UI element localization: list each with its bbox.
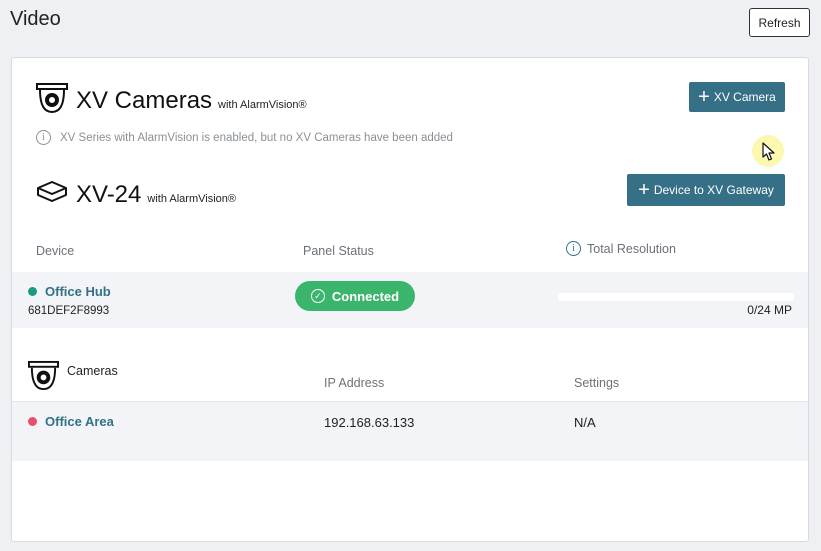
- camera-settings[interactable]: N/A: [574, 415, 596, 430]
- refresh-button[interactable]: Refresh: [749, 8, 810, 37]
- add-xv-camera-button[interactable]: + XV Camera: [689, 82, 785, 112]
- xv-cameras-info-text: XV Series with AlarmVision is enabled, b…: [60, 131, 453, 144]
- xv-cameras-title: XV Cameras: [76, 87, 213, 114]
- add-xv-camera-label: XV Camera: [713, 90, 776, 104]
- panel-status-text: Connected: [331, 288, 400, 304]
- device-name[interactable]: Office Hub: [28, 284, 111, 299]
- dome-camera-icon: [36, 82, 68, 114]
- mouse-cursor-icon: [762, 142, 775, 161]
- dome-camera-icon: [28, 360, 59, 391]
- column-panel-status: Panel Status: [303, 244, 374, 258]
- info-icon[interactable]: i: [566, 241, 581, 256]
- resolution-text: 0/24 MP: [747, 303, 792, 317]
- add-device-to-gateway-button[interactable]: + Device to XV Gateway: [627, 174, 785, 206]
- column-device: Device: [36, 244, 75, 258]
- xv24-subtitle: with AlarmVision®: [147, 193, 236, 205]
- xv-cameras-info: i XV Series with AlarmVision is enabled,…: [36, 130, 453, 145]
- check-circle-icon: ✓: [310, 289, 325, 303]
- video-card: XV Cameras with AlarmVision® + XV Camera…: [11, 57, 809, 542]
- device-serial: 681DEF2F8993: [28, 305, 110, 317]
- column-total-resolution-label: Total Resolution: [587, 241, 676, 256]
- plus-icon: +: [698, 86, 710, 108]
- device-name-text: Office Hub: [45, 284, 111, 299]
- column-settings: Settings: [574, 376, 620, 390]
- camera-ip-address: 192.168.63.133: [324, 415, 415, 430]
- column-ip-address: IP Address: [324, 376, 385, 390]
- page-title: Video: [10, 8, 61, 30]
- connected-status-badge: ✓ Connected: [295, 281, 415, 311]
- cameras-header: Cameras: [28, 360, 118, 391]
- xv-cameras-header: XV Cameras with AlarmVision®: [36, 82, 307, 114]
- xv24-header: XV-24 with AlarmVision®: [36, 176, 236, 208]
- xv-cameras-subtitle: with AlarmVision®: [218, 99, 307, 111]
- cameras-title: Cameras: [67, 363, 118, 378]
- status-dot: [28, 287, 37, 296]
- camera-name[interactable]: Office Area: [28, 414, 114, 429]
- resolution-progress-bar: [558, 293, 794, 301]
- column-total-resolution: i Total Resolution: [566, 241, 676, 256]
- table-row: [12, 402, 808, 461]
- info-icon: i: [36, 130, 51, 145]
- status-dot: [28, 417, 37, 426]
- plus-icon: +: [638, 179, 650, 201]
- xv24-title: XV-24: [76, 181, 142, 208]
- add-device-label: Device to XV Gateway: [653, 183, 774, 197]
- gateway-box-icon: [36, 176, 68, 208]
- camera-name-text: Office Area: [45, 414, 114, 429]
